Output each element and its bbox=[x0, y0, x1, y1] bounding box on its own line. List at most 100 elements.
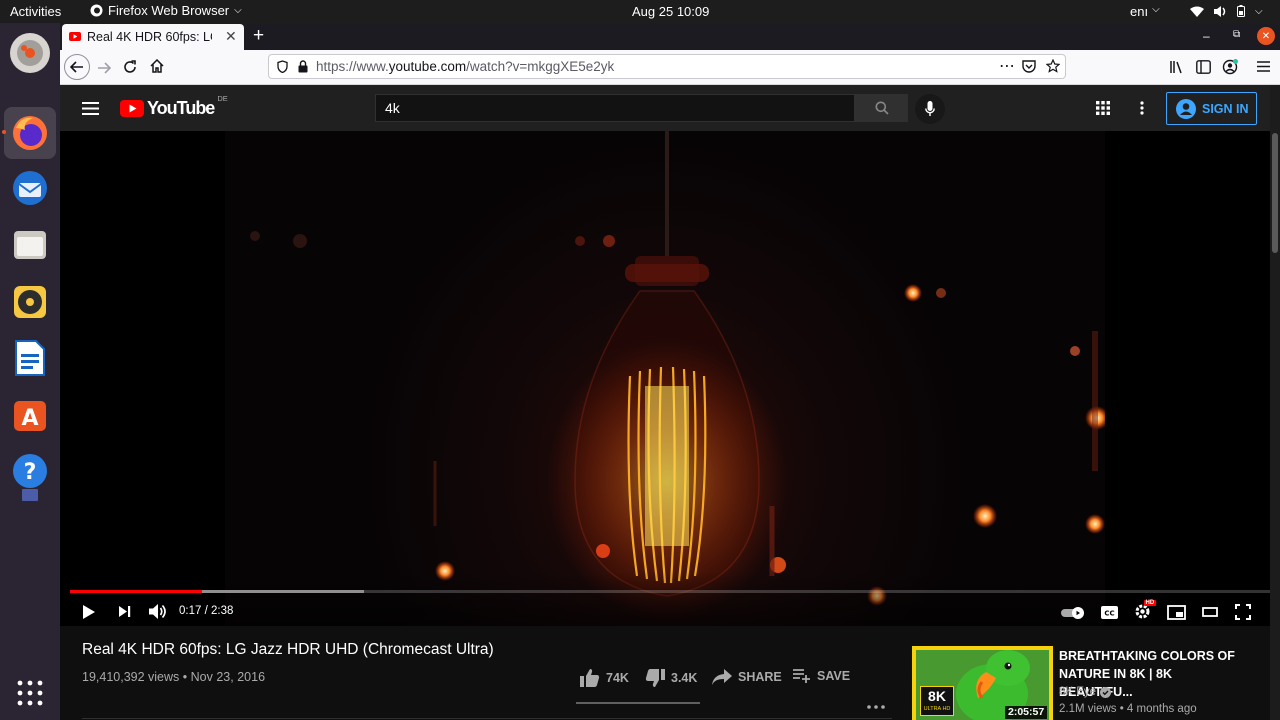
forward-arrow-icon bbox=[98, 62, 112, 74]
clock[interactable]: Aug 25 10:09 bbox=[632, 4, 709, 19]
system-tray[interactable]: ⌵ bbox=[1190, 5, 1263, 17]
software-icon[interactable]: A bbox=[10, 395, 50, 435]
theater-mode-icon[interactable] bbox=[1202, 607, 1218, 617]
verified-check-icon bbox=[1100, 686, 1112, 698]
video-frame[interactable] bbox=[225, 131, 1109, 626]
firefox-small-icon bbox=[90, 4, 103, 17]
folder-icon[interactable] bbox=[10, 225, 50, 265]
back-button[interactable] bbox=[64, 54, 90, 80]
apps-grid-icon[interactable] bbox=[1096, 101, 1110, 115]
forward-button[interactable] bbox=[97, 61, 112, 79]
sign-in-label: SIGN IN bbox=[1202, 102, 1249, 116]
fullscreen-icon[interactable] bbox=[1235, 604, 1251, 620]
video-duration: 2:05:57 bbox=[1005, 706, 1048, 719]
new-tab-icon[interactable]: + bbox=[253, 25, 264, 47]
region-code: DE bbox=[217, 94, 228, 103]
search-input[interactable]: 4k bbox=[375, 94, 855, 122]
autoplay-toggle-icon[interactable] bbox=[1061, 607, 1085, 619]
divider bbox=[82, 718, 892, 719]
writer-icon[interactable] bbox=[10, 338, 50, 378]
youtube-favicon-icon bbox=[69, 32, 81, 41]
next-video-icon[interactable] bbox=[118, 605, 131, 618]
youtube-header: YouTube DE 4k SIGN IN bbox=[60, 85, 1280, 131]
rhythmbox-icon[interactable] bbox=[10, 282, 50, 322]
pocket-icon[interactable] bbox=[1022, 60, 1036, 73]
home-button[interactable] bbox=[150, 58, 164, 78]
dislike-button[interactable]: 3.4K bbox=[645, 669, 697, 687]
thunderbird-icon[interactable] bbox=[10, 168, 50, 208]
activities-button[interactable]: Activities bbox=[10, 4, 61, 19]
like-button[interactable]: 74K bbox=[580, 669, 629, 687]
youtube-logo[interactable]: YouTube DE bbox=[120, 94, 228, 119]
trash-icon[interactable] bbox=[10, 485, 50, 505]
search-button[interactable] bbox=[855, 94, 908, 122]
battery-icon bbox=[1237, 5, 1245, 17]
video-info-section: Real 4K HDR 60fps: LG Jazz HDR UHD (Chro… bbox=[60, 626, 1280, 720]
close-window-icon[interactable]: ✕ bbox=[1257, 27, 1275, 45]
chevron-down-icon: ⌵ bbox=[1255, 5, 1263, 17]
chevron-down-icon: ⌵ bbox=[1152, 4, 1160, 15]
close-tab-icon[interactable]: ✕ bbox=[225, 28, 237, 45]
back-arrow-icon bbox=[70, 61, 83, 73]
firefox-icon[interactable] bbox=[10, 113, 50, 153]
app-menu-label: Firefox Web Browser bbox=[108, 3, 230, 18]
recommended-thumbnail[interactable]: 8K ULTRA HD 2:05:57 bbox=[912, 646, 1053, 720]
minimize-icon[interactable]: – bbox=[1203, 29, 1210, 43]
subtitles-icon[interactable]: CC bbox=[1101, 606, 1118, 619]
account-icon[interactable] bbox=[1222, 59, 1238, 75]
youtube-logo-text: YouTube bbox=[147, 98, 215, 118]
lock-icon[interactable] bbox=[298, 60, 308, 73]
more-vertical-icon[interactable] bbox=[1140, 101, 1144, 115]
shield-icon[interactable] bbox=[277, 60, 288, 73]
volume-icon[interactable] bbox=[148, 603, 167, 620]
guide-menu-icon[interactable] bbox=[82, 102, 99, 115]
playlist-add-icon bbox=[793, 669, 810, 683]
chevron-down-icon: ⌵ bbox=[234, 5, 242, 16]
video-meta: 19,410,392 views • Nov 23, 2016 bbox=[82, 670, 265, 684]
user-circle-icon bbox=[1176, 99, 1196, 119]
page-actions-icon[interactable]: ⋯ bbox=[999, 56, 1015, 76]
meta-separator: • bbox=[182, 670, 188, 684]
8k-badge: 8K ULTRA HD bbox=[920, 686, 954, 716]
voice-search-button[interactable] bbox=[915, 94, 945, 124]
tab-bar: Real 4K HDR 60fps: LG Ja ✕ + – ⧉ ✕ bbox=[60, 23, 1280, 50]
recommended-video-item[interactable]: 8K ULTRA HD 2:05:57 BREATHTAKING COLORS … bbox=[912, 646, 1270, 720]
reload-button[interactable] bbox=[123, 60, 137, 79]
video-player[interactable]: 0:17 / 2:38 CC HD bbox=[60, 131, 1280, 626]
current-time: 0:17 bbox=[179, 605, 202, 617]
miniplayer-icon[interactable] bbox=[1167, 605, 1186, 620]
page-scrollbar[interactable] bbox=[1270, 85, 1280, 720]
tab-title: Real 4K HDR 60fps: LG Ja bbox=[87, 30, 212, 44]
thumbs-up-icon bbox=[580, 669, 600, 687]
restore-icon[interactable]: ⧉ bbox=[1233, 29, 1240, 40]
app-menu[interactable]: Firefox Web Browser ⌵ bbox=[90, 3, 242, 18]
hamburger-menu-icon[interactable] bbox=[1257, 61, 1270, 72]
tab-youtube[interactable]: Real 4K HDR 60fps: LG Ja ✕ bbox=[62, 24, 244, 50]
files-icon[interactable] bbox=[10, 33, 50, 73]
more-actions-icon[interactable] bbox=[867, 705, 885, 709]
library-icon[interactable] bbox=[1170, 60, 1184, 74]
bookmark-star-icon[interactable] bbox=[1046, 59, 1060, 73]
settings-button[interactable]: HD bbox=[1134, 600, 1156, 623]
sign-in-button[interactable]: SIGN IN bbox=[1166, 92, 1257, 125]
reload-icon bbox=[124, 60, 136, 73]
share-label: SHARE bbox=[738, 670, 782, 684]
app-grid-icon[interactable] bbox=[10, 673, 50, 713]
save-button[interactable]: SAVE bbox=[793, 669, 850, 683]
progress-bar[interactable] bbox=[70, 590, 1270, 593]
sidebar-icon[interactable] bbox=[1196, 60, 1211, 74]
total-time: 2:38 bbox=[211, 605, 234, 617]
8k-badge-sub: ULTRA HD bbox=[923, 706, 951, 712]
share-button[interactable]: SHARE bbox=[712, 669, 782, 685]
scrollbar-thumb[interactable] bbox=[1272, 133, 1278, 253]
time-display: 0:17 / 2:38 bbox=[179, 605, 233, 617]
recommended-channel[interactable]: 8K Eye bbox=[1059, 686, 1112, 698]
search-icon bbox=[875, 101, 889, 115]
hd-badge: HD bbox=[1144, 600, 1156, 606]
url-bar[interactable]: https://www.youtube.com/watch?v=mkggXE5e… bbox=[268, 54, 1066, 79]
input-source[interactable]: enı ⌵ bbox=[1130, 4, 1160, 19]
like-count: 74K bbox=[606, 671, 629, 685]
upload-date: Nov 23, 2016 bbox=[190, 670, 266, 684]
play-icon[interactable] bbox=[82, 604, 96, 620]
light-bulb-image bbox=[250, 131, 1109, 621]
